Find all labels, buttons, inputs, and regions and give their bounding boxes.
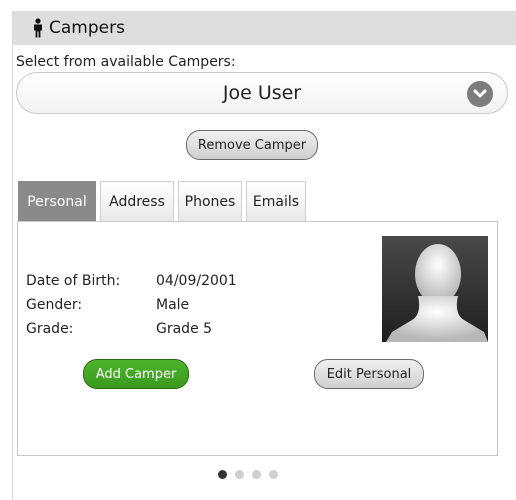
tab-emails[interactable]: Emails xyxy=(246,181,306,221)
gender-value: Male xyxy=(156,297,190,313)
camper-select[interactable]: Joe User xyxy=(16,72,508,114)
tab-phones[interactable]: Phones xyxy=(178,181,242,221)
avatar xyxy=(382,236,488,342)
edit-personal-button[interactable]: Edit Personal xyxy=(314,359,424,389)
grade-label: Grade: xyxy=(26,321,74,337)
tab-personal[interactable]: Personal xyxy=(18,181,96,221)
camper-select-value: Joe User xyxy=(222,82,302,104)
remove-camper-button[interactable]: Remove Camper xyxy=(186,130,318,160)
dob-label: Date of Birth: xyxy=(26,273,121,289)
pager-dot[interactable] xyxy=(235,470,244,479)
tab-bar: Personal Address Phones Emails xyxy=(18,181,310,221)
person-icon xyxy=(31,18,45,38)
panel-title: Campers xyxy=(49,18,125,38)
dob-value: 04/09/2001 xyxy=(156,273,237,289)
gender-label: Gender: xyxy=(26,297,83,313)
panel-header: Campers xyxy=(13,11,516,45)
add-camper-button[interactable]: Add Camper xyxy=(83,359,189,389)
pager xyxy=(218,470,278,479)
tab-address[interactable]: Address xyxy=(100,181,174,221)
grade-value: Grade 5 xyxy=(156,321,213,337)
pager-dot[interactable] xyxy=(269,470,278,479)
pager-dot[interactable] xyxy=(218,470,227,479)
pager-dot[interactable] xyxy=(252,470,261,479)
chevron-down-icon[interactable] xyxy=(467,81,493,107)
select-label: Select from available Campers: xyxy=(16,54,236,70)
